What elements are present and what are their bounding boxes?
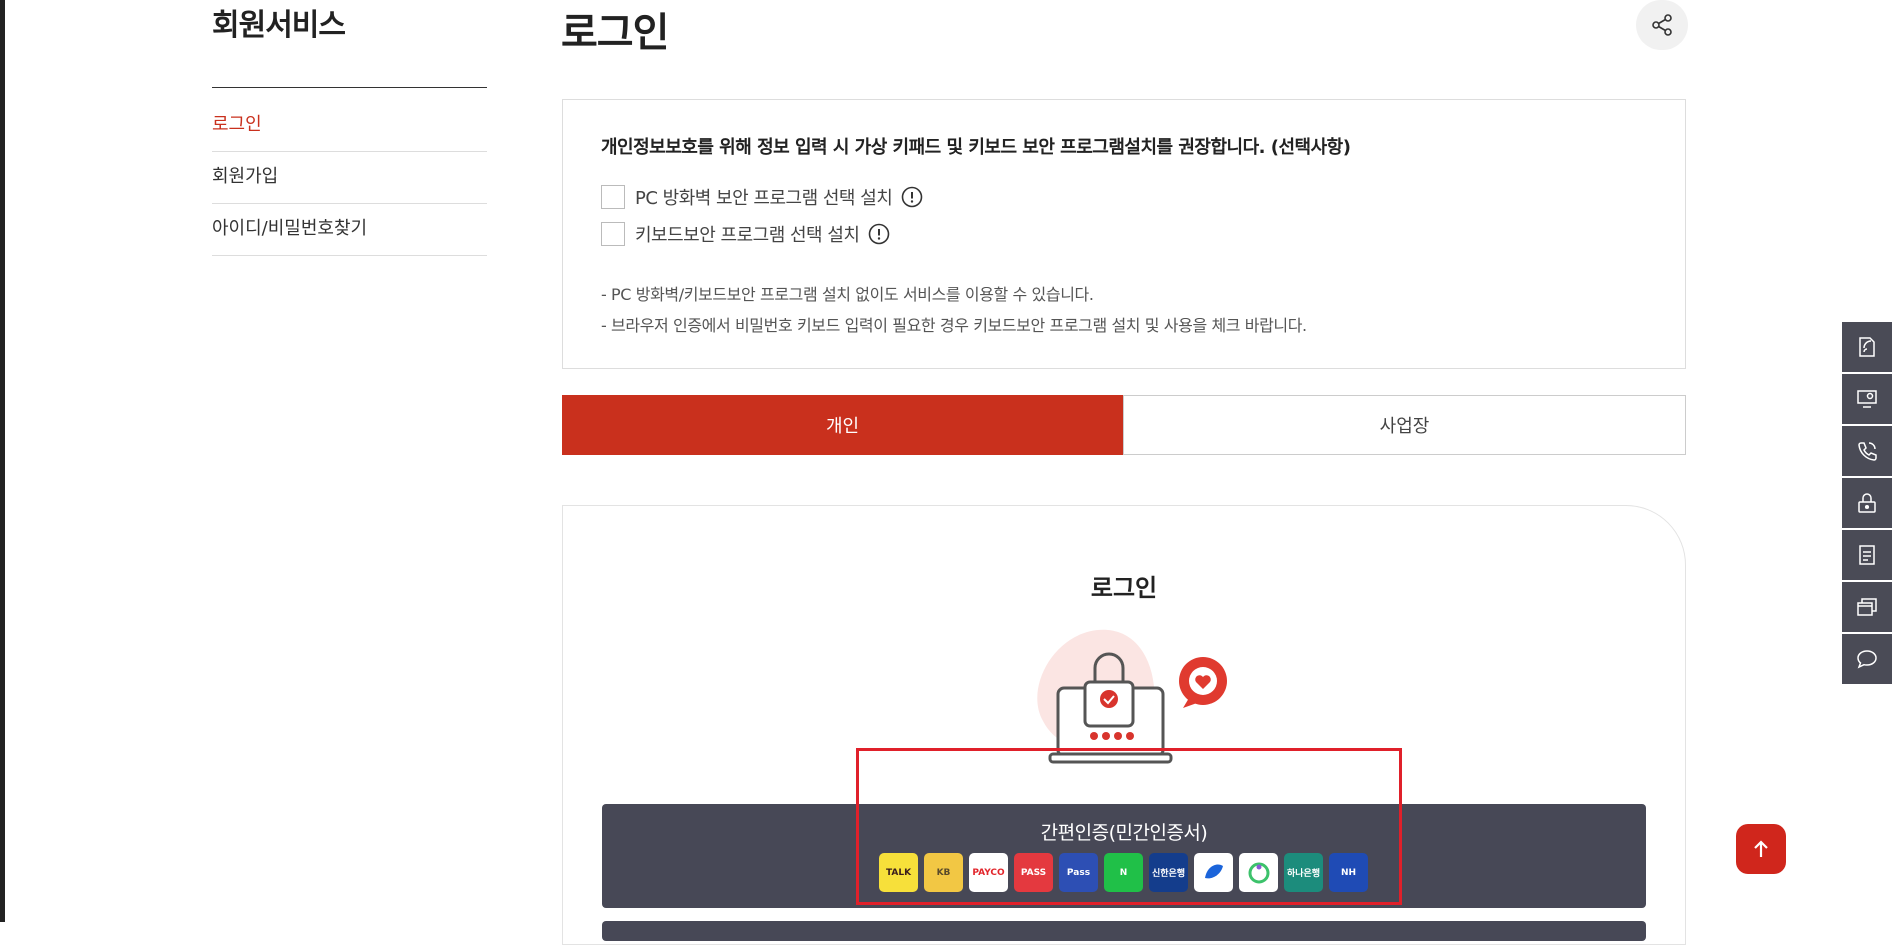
- easy-auth-button[interactable]: 간편인증(민간인증서) TALK KB PAYCO PASS Pass N 신한은행 하나은행…: [602, 804, 1646, 908]
- quick-menu-chat[interactable]: [1842, 634, 1892, 684]
- login-card-title: 로그인: [1090, 574, 1158, 602]
- document-signal-icon: [1859, 337, 1875, 357]
- tab-business[interactable]: 사업장: [1123, 395, 1686, 455]
- info-icon[interactable]: [901, 186, 923, 208]
- sidebar-nav: 로그인 회원가입 아이디/비밀번호찾기: [212, 100, 487, 256]
- sidebar-item-login[interactable]: 로그인: [212, 99, 487, 152]
- login-card: 로그인 간편인증(민간인증서) TALK KB PAYCO PASS Pass N 신한은행…: [562, 505, 1686, 945]
- notice-bullet: - 브라우저 인증에서 비밀번호 키보드 입력이 필요한 경우 키보드보안 프로…: [601, 316, 1307, 335]
- share-button[interactable]: [1636, 0, 1688, 50]
- payco-logo: PAYCO: [969, 853, 1008, 892]
- sidebar-item-find-account[interactable]: 아이디/비밀번호찾기: [212, 203, 487, 256]
- document-list-icon: [1859, 545, 1875, 565]
- scroll-top-button[interactable]: [1736, 824, 1786, 874]
- quick-menu-document-list[interactable]: [1842, 530, 1892, 580]
- share-icon: [1652, 14, 1672, 36]
- easy-auth-label: 간편인증(민간인증서): [1040, 822, 1208, 844]
- firewall-checkbox[interactable]: [601, 185, 625, 209]
- quick-menu-lock[interactable]: [1842, 478, 1892, 528]
- kakao-logo: TALK: [879, 853, 918, 892]
- security-notice-heading: 개인정보보호를 위해 정보 입력 시 가상 키패드 및 키보드 보안 프로그램설…: [601, 137, 1351, 158]
- phone-icon: [1858, 442, 1877, 461]
- security-notice-box: 개인정보보호를 위해 정보 입력 시 가상 키패드 및 키보드 보안 프로그램설…: [562, 99, 1686, 369]
- quick-menu-windows[interactable]: [1842, 582, 1892, 632]
- sidebar-divider: [212, 87, 487, 88]
- sidebar-title: 회원서비스: [212, 8, 346, 43]
- sidebar-item-signup[interactable]: 회원가입: [212, 151, 487, 204]
- firewall-option-label: PC 방화벽 보안 프로그램 선택 설치: [635, 188, 893, 209]
- info-icon[interactable]: [868, 223, 890, 245]
- firewall-option: PC 방화벽 보안 프로그램 선택 설치: [601, 184, 923, 210]
- page-title: 로그인: [561, 10, 669, 56]
- quick-menu-document-signal[interactable]: [1842, 322, 1892, 372]
- chat-bubble-icon: [1857, 650, 1877, 669]
- next-login-button[interactable]: [602, 921, 1646, 941]
- samsung-pass-logo: Pass: [1059, 853, 1098, 892]
- shinhan-logo: 신한은행: [1149, 853, 1188, 892]
- arrow-up-icon: [1754, 840, 1768, 857]
- notice-bullet: - PC 방화벽/키보드보안 프로그램 설치 없이도 서비스를 이용할 수 있습…: [601, 285, 1094, 304]
- naver-logo: N: [1104, 853, 1143, 892]
- quick-menu-phone[interactable]: [1842, 426, 1892, 476]
- windows-stack-icon: [1857, 598, 1877, 616]
- keyboard-security-option: 키보드보안 프로그램 선택 설치: [601, 221, 890, 247]
- hana-logo: 하나은행: [1284, 853, 1323, 892]
- kb-logo: KB: [924, 853, 963, 892]
- toss-logo: [1194, 853, 1233, 892]
- pass-red-logo: PASS: [1014, 853, 1053, 892]
- quick-menu-monitor[interactable]: [1842, 374, 1892, 424]
- user-type-tabs: 개인 사업장: [562, 395, 1686, 455]
- monitor-person-icon: [1857, 390, 1877, 408]
- provider-logo-row: TALK KB PAYCO PASS Pass N 신한은행 하나은행 NH: [879, 853, 1368, 892]
- lock-icon: [1858, 493, 1876, 513]
- banksalad-logo: [1239, 853, 1278, 892]
- tab-individual[interactable]: 개인: [562, 395, 1123, 455]
- quick-menu: [1842, 322, 1892, 686]
- window-edge: [0, 0, 5, 922]
- keyboard-security-checkbox[interactable]: [601, 222, 625, 246]
- nh-logo: NH: [1329, 853, 1368, 892]
- keyboard-security-option-label: 키보드보안 프로그램 선택 설치: [635, 225, 860, 246]
- login-illustration: [1013, 626, 1243, 780]
